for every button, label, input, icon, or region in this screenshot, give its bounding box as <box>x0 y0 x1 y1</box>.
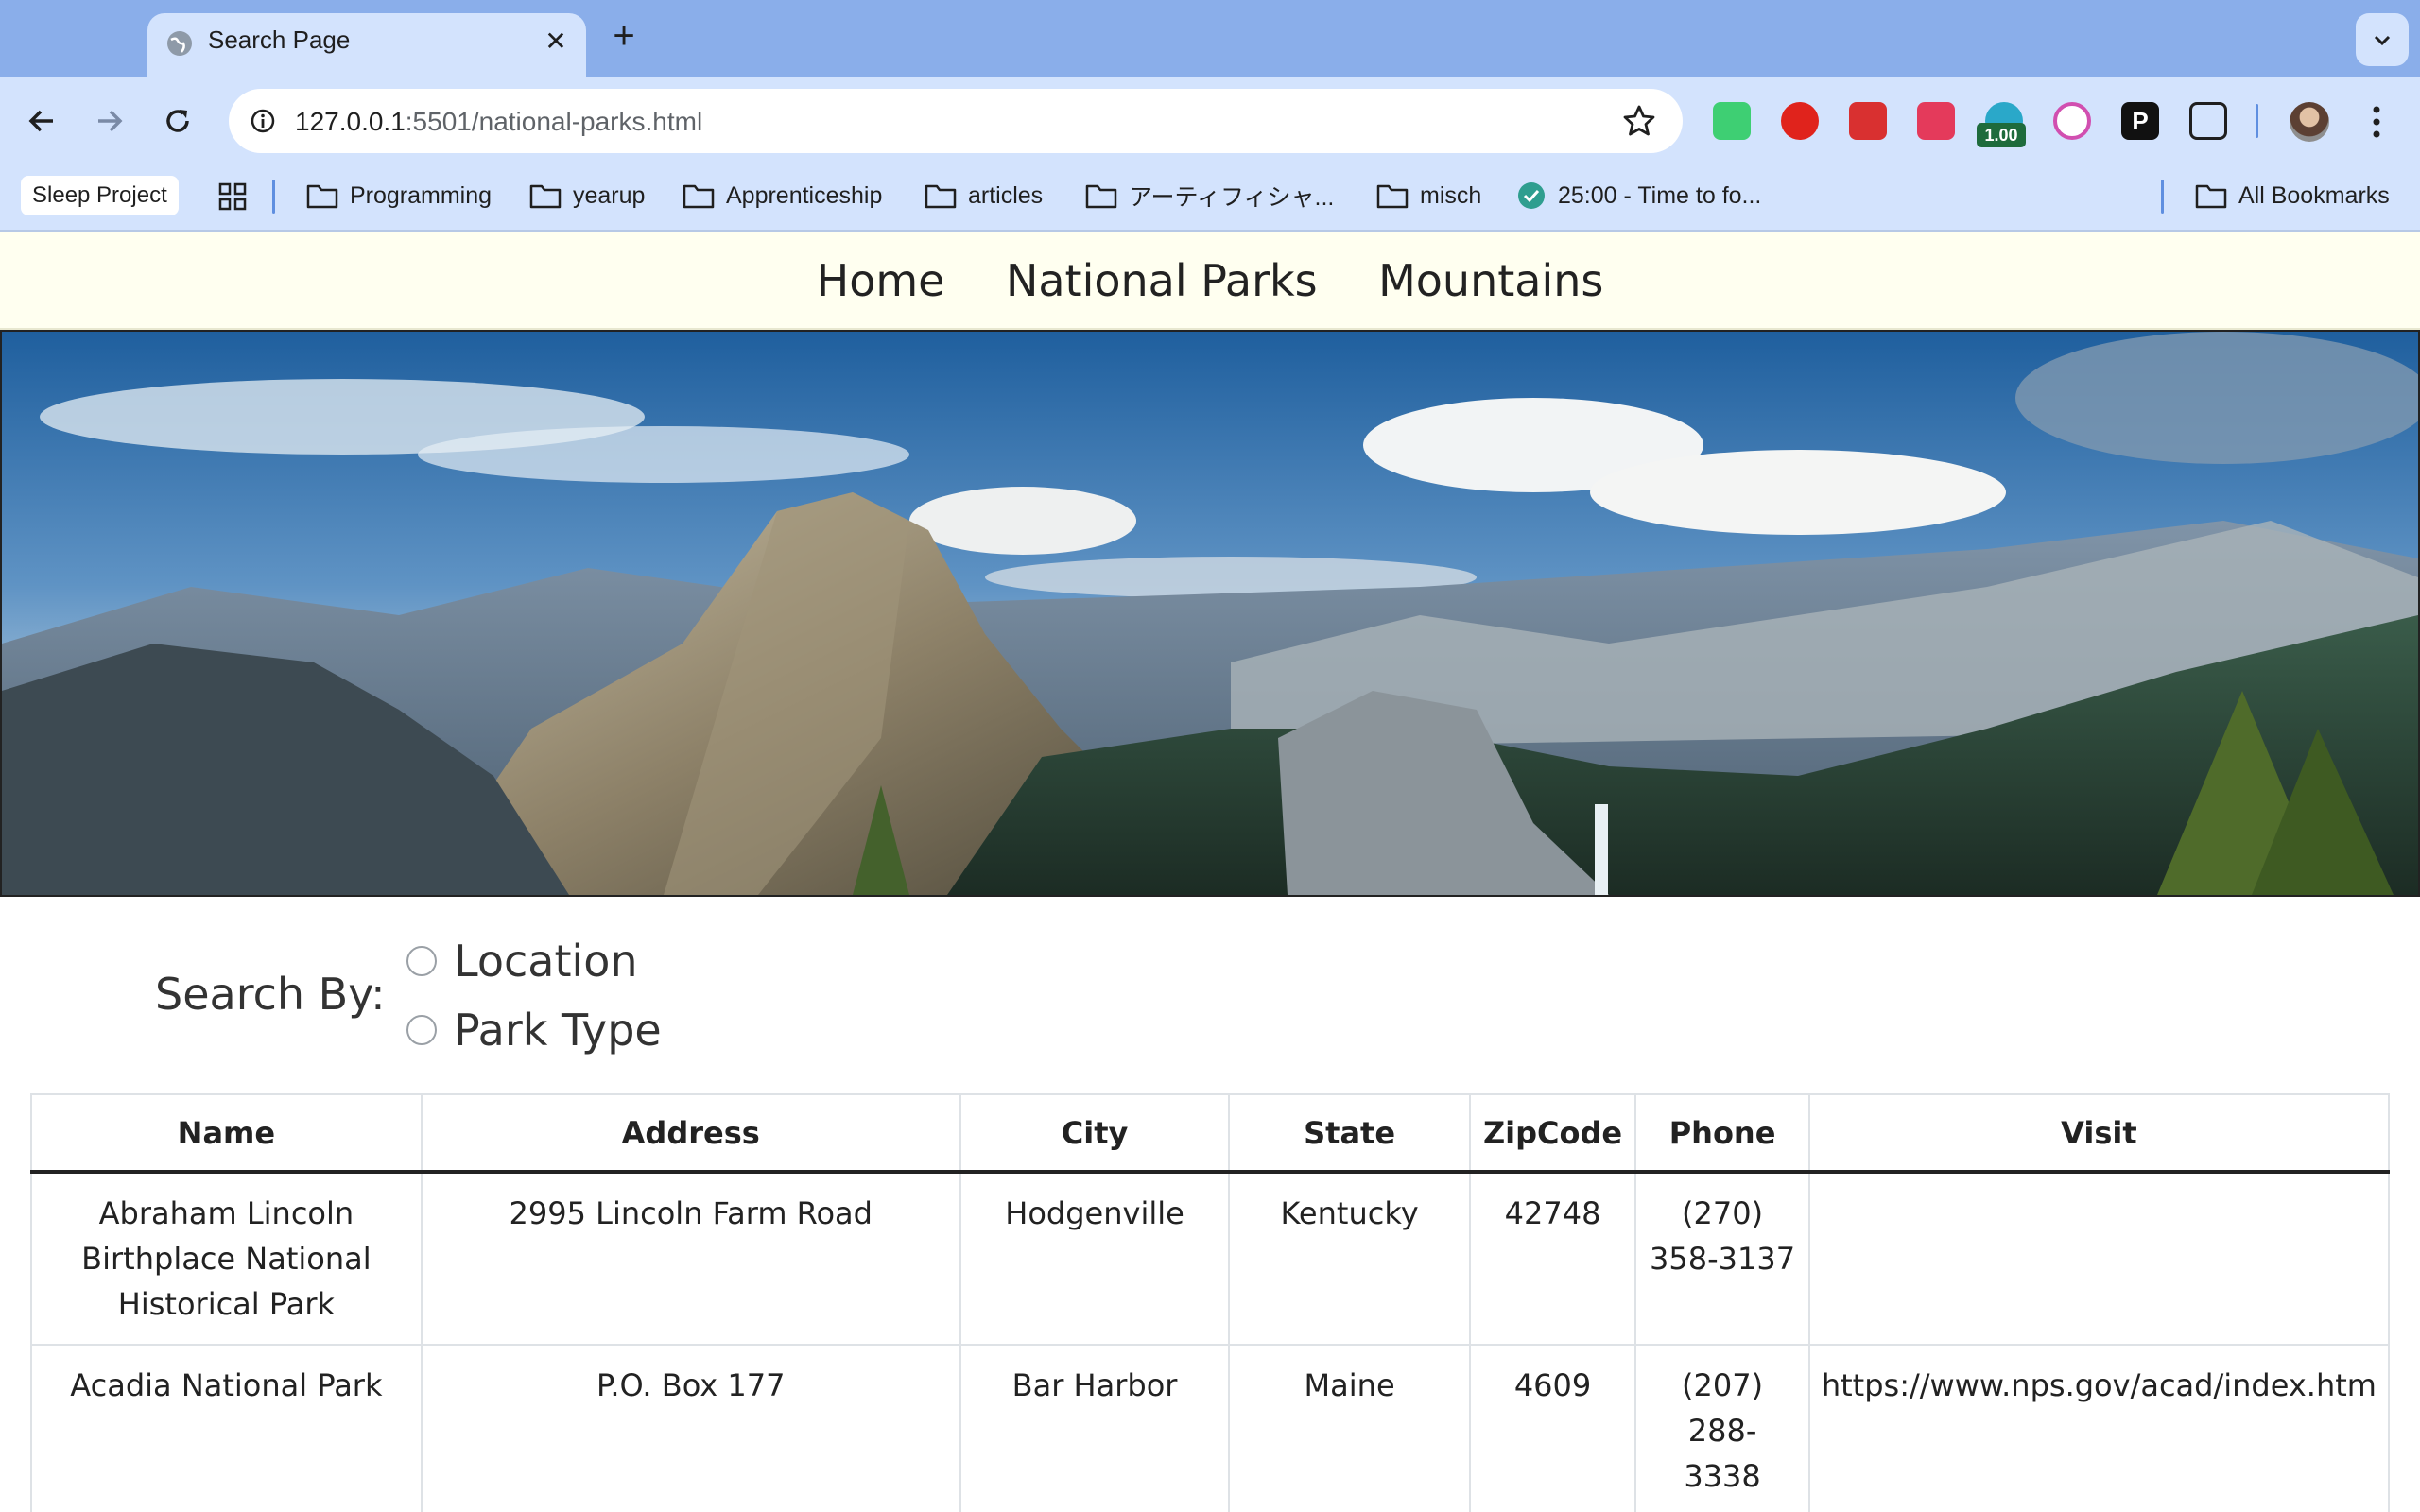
cell-name: Abraham Lincoln Birthplace National Hist… <box>30 1171 423 1346</box>
active-tab[interactable]: Search Page ✕ <box>147 13 586 77</box>
puzzle-extensions-icon[interactable] <box>2189 102 2227 140</box>
cell-state: Maine <box>1228 1344 1471 1512</box>
close-tab-icon[interactable]: ✕ <box>539 25 573 59</box>
site-info-button[interactable] <box>242 100 284 142</box>
bookmark-folder-apprenticeship[interactable]: Apprenticeship <box>683 172 882 219</box>
bookmark-folder-programming[interactable]: Programming <box>306 172 492 219</box>
nav-link-home[interactable]: Home <box>817 232 945 330</box>
cell-visit[interactable] <box>1807 1171 2391 1346</box>
folder-icon <box>2195 184 2227 209</box>
profile-avatar[interactable] <box>2290 102 2329 142</box>
url-text: 127.0.0.1:5501/national-parks.html <box>295 107 702 137</box>
toolbar-separator <box>2256 104 2258 138</box>
folder-icon <box>1085 184 1117 209</box>
cell-state: Kentucky <box>1228 1171 1471 1346</box>
cell-zip: 42748 <box>1468 1171 1637 1346</box>
tab-title: Search Page <box>208 26 351 54</box>
stop-hand-extension-icon[interactable] <box>1781 102 1819 140</box>
header-address: Address <box>420 1093 961 1174</box>
url-host: 127.0.0.1 <box>295 107 406 136</box>
cell-zip: 4609 <box>1468 1344 1637 1512</box>
address-bar[interactable]: 127.0.0.1:5501/national-parks.html <box>229 89 1683 153</box>
nav-link-mountains[interactable]: Mountains <box>1378 232 1603 330</box>
search-by-label: Search By: <box>155 969 386 1020</box>
info-icon <box>251 109 275 133</box>
reload-button[interactable] <box>155 98 200 144</box>
reload-icon <box>166 110 189 132</box>
header-name: Name <box>30 1093 423 1174</box>
apps-grid-icon[interactable] <box>217 181 248 212</box>
tab-strip: Search Page ✕ + <box>0 0 2420 77</box>
back-button[interactable] <box>19 98 64 144</box>
back-arrow-icon <box>28 110 53 132</box>
forward-button[interactable] <box>87 98 132 144</box>
location-radio[interactable] <box>406 946 437 976</box>
header-zipcode: ZipCode <box>1468 1093 1637 1174</box>
bookmarks-separator-right <box>2161 180 2164 214</box>
cell-address: P.O. Box 177 <box>420 1344 961 1512</box>
location-label: Location <box>454 936 638 987</box>
bookmark-label: misch <box>1420 181 1482 209</box>
cell-phone: (207) 288-3338 <box>1634 1344 1810 1512</box>
bookmark-label: アーティフィシャ... <box>1129 184 1335 211</box>
cell-phone: (270) 358-3137 <box>1634 1171 1810 1346</box>
table-header-row: Name Address City State ZipCode Phone Vi… <box>30 1093 2391 1174</box>
header-phone: Phone <box>1634 1093 1810 1174</box>
forward-arrow-icon <box>98 110 123 132</box>
cell-address: 2995 Lincoln Farm Road <box>420 1171 961 1346</box>
all-bookmarks-button[interactable]: All Bookmarks <box>2195 172 2390 219</box>
search-option-location[interactable]: Location <box>406 936 638 987</box>
park-type-radio[interactable] <box>406 1015 437 1045</box>
cell-visit[interactable]: https://www.nps.gov/acad/index.htm <box>1807 1344 2391 1512</box>
cell-city: Bar Harbor <box>959 1344 1231 1512</box>
bookmark-star-icon[interactable] <box>1620 102 1658 140</box>
park-type-label: Park Type <box>454 1005 662 1056</box>
block-extension-icon[interactable] <box>2053 102 2091 140</box>
bookmark-label: 25:00 - Time to fo... <box>1558 181 1762 209</box>
page-viewport: Home National Parks Mountains Search By:… <box>0 232 2420 1512</box>
globe-icon <box>167 31 192 56</box>
more-menu-icon[interactable] <box>2365 102 2388 142</box>
chevron-down-icon <box>2374 35 2391 46</box>
folder-icon <box>925 184 957 209</box>
folder-icon <box>683 184 715 209</box>
folder-icon <box>306 184 338 209</box>
table-row: Abraham Lincoln Birthplace National Hist… <box>30 1171 2391 1346</box>
dots-extension-icon[interactable] <box>1849 102 1887 140</box>
bookmark-label: yearup <box>573 181 646 209</box>
search-option-park-type[interactable]: Park Type <box>406 1005 662 1056</box>
nav-link-national-parks[interactable]: National Parks <box>1006 232 1318 330</box>
bookmark-folder-japanese[interactable]: アーティフィシャ... <box>1085 172 1334 219</box>
bookmark-label: Apprenticeship <box>726 181 883 209</box>
bookmark-label: articles <box>968 181 1044 209</box>
bookmark-label: All Bookmarks <box>2238 181 2390 209</box>
cell-city: Hodgenville <box>959 1171 1231 1346</box>
tab-search-button[interactable] <box>2356 13 2409 66</box>
bookmark-folder-misch[interactable]: misch <box>1376 172 1481 219</box>
parks-table: Name Address City State ZipCode Phone Vi… <box>30 1093 2391 1512</box>
bookmarks-separator <box>272 180 275 214</box>
header-visit: Visit <box>1807 1093 2391 1174</box>
site-navbar: Home National Parks Mountains <box>0 232 2420 330</box>
bookmark-pomodoro[interactable]: 25:00 - Time to fo... <box>1516 172 1761 219</box>
hero-banner-image <box>0 330 2420 897</box>
bookmark-label: Programming <box>350 181 493 209</box>
bookmark-chip-sleep-project[interactable]: Sleep Project <box>21 176 179 215</box>
header-city: City <box>959 1093 1231 1174</box>
header-state: State <box>1228 1093 1471 1174</box>
p-extension-icon[interactable]: P <box>2121 102 2159 140</box>
extension-badge: 1.00 <box>1977 123 2026 147</box>
check-circle-icon <box>1518 182 1545 209</box>
folder-icon <box>1376 184 1409 209</box>
cell-name: Acadia National Park <box>30 1344 423 1512</box>
url-path: :5501/national-parks.html <box>405 107 703 136</box>
bookmark-folder-yearup[interactable]: yearup <box>529 172 645 219</box>
shield-extension-icon[interactable] <box>1713 102 1751 140</box>
bookmark-folder-articles[interactable]: articles <box>925 172 1043 219</box>
folder-icon <box>529 184 562 209</box>
new-tab-button[interactable]: + <box>605 17 643 55</box>
pause-extension-icon[interactable] <box>1917 102 1955 140</box>
table-row: Acadia National Park P.O. Box 177 Bar Ha… <box>30 1344 2391 1512</box>
